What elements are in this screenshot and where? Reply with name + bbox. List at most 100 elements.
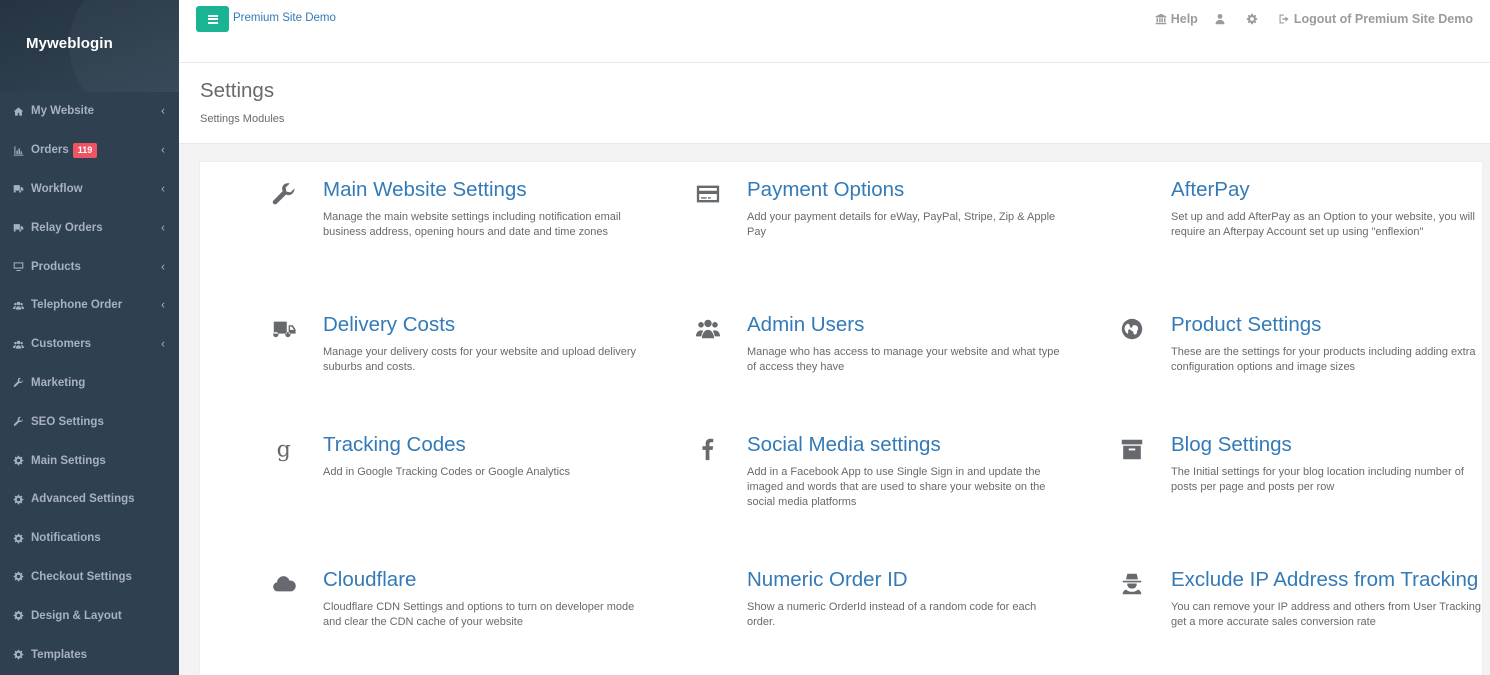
sidebar-item-design-layout[interactable]: Design & Layout: [0, 596, 179, 635]
bank-icon: [1155, 13, 1166, 25]
users-icon: [693, 314, 723, 344]
module-title[interactable]: Social Media settings: [747, 434, 1067, 456]
chevron-left-icon: ‹: [161, 103, 165, 118]
module-title[interactable]: Product Settings: [1171, 314, 1490, 336]
sidebar-item-checkout-settings[interactable]: Checkout Settings: [0, 558, 179, 597]
sidebar-item-my-website[interactable]: My Website ‹: [0, 92, 179, 131]
profile-link[interactable]: [1214, 13, 1230, 25]
module-description: Add your payment details for eWay, PayPa…: [747, 211, 1056, 238]
desktop-icon: [13, 261, 31, 272]
sidebar-item-relay-orders[interactable]: Relay Orders ‹: [0, 208, 179, 247]
svg-text:g: g: [277, 436, 291, 462]
gear-icon: [13, 610, 31, 621]
truck-icon: [13, 222, 31, 233]
module-description: Manage who has access to manage your web…: [747, 346, 1060, 373]
gear-icon: [13, 494, 31, 505]
gear-icon: [13, 455, 31, 466]
module-numeric-order-id[interactable]: Numeric Order ID Show a numeric OrderId …: [747, 569, 1067, 630]
sidebar-item-main-settings[interactable]: Main Settings: [0, 441, 179, 480]
menu-toggle-button[interactable]: [196, 6, 229, 32]
module-title[interactable]: Blog Settings: [1171, 434, 1490, 456]
page-title: Settings: [200, 79, 275, 102]
sidebar-item-label: Notifications: [31, 532, 101, 545]
home-icon: [13, 106, 31, 117]
sidebar-item-workflow[interactable]: Workflow ‹: [0, 170, 179, 209]
chevron-left-icon: ‹: [161, 181, 165, 196]
chevron-left-icon: ‹: [161, 297, 165, 312]
sidebar-item-orders[interactable]: Orders 119 ‹: [0, 131, 179, 170]
module-title[interactable]: Tracking Codes: [323, 434, 643, 456]
logout-link[interactable]: Logout of Premium Site Demo: [1278, 12, 1473, 26]
wrench-icon: [13, 377, 31, 388]
gear-icon: [1246, 13, 1258, 25]
brand-name[interactable]: Myweblogin: [26, 35, 113, 52]
facebook-icon: [693, 434, 723, 464]
module-tracking-codes[interactable]: g Tracking Codes Add in Google Tracking …: [277, 434, 643, 480]
google-icon: g: [269, 434, 299, 464]
module-description: These are the settings for your products…: [1171, 346, 1476, 373]
module-title[interactable]: Numeric Order ID: [747, 569, 1067, 591]
wrench-icon: [13, 416, 31, 427]
module-product-settings[interactable]: Product Settings These are the settings …: [1121, 314, 1490, 375]
hamburger-icon: [207, 13, 218, 25]
sidebar-item-label: Templates: [31, 648, 88, 661]
site-name-link[interactable]: Premium Site Demo: [233, 12, 336, 24]
settings-modules-panel: Main Website Settings Manage the main we…: [199, 161, 1483, 675]
sidebar-item-advanced-settings[interactable]: Advanced Settings: [0, 480, 179, 519]
sidebar-item-label: My Website: [31, 105, 95, 118]
module-social-media-settings[interactable]: Social Media settings Add in a Facebook …: [702, 434, 1067, 510]
sidebar-item-products[interactable]: Products ‹: [0, 247, 179, 286]
module-title[interactable]: Cloudflare: [323, 569, 643, 591]
module-title[interactable]: Main Website Settings: [323, 179, 643, 201]
module-description: Set up and add AfterPay as an Option to …: [1171, 211, 1475, 238]
page-heading: Settings Settings Modules: [179, 63, 1490, 144]
sidebar-item-seo-settings[interactable]: SEO Settings: [0, 402, 179, 441]
sidebar: Myweblogin My Website ‹ Orders 119 ‹ Wor…: [0, 0, 179, 675]
module-description: Cloudflare CDN Settings and options to t…: [323, 601, 635, 628]
page-subtitle: Settings Modules: [200, 113, 285, 125]
help-label: Help: [1170, 12, 1198, 26]
module-exclude-ip-address[interactable]: Exclude IP Address from Tracking You can…: [1122, 569, 1490, 630]
globe-icon: [1117, 314, 1147, 344]
sidebar-item-label: SEO Settings: [31, 415, 104, 428]
sign-out-icon: [1279, 14, 1289, 24]
users-icon: [13, 300, 31, 311]
sidebar-item-notifications[interactable]: Notifications: [0, 519, 179, 558]
sidebar-item-customers[interactable]: Customers ‹: [0, 325, 179, 364]
module-description: You can remove your IP address and other…: [1171, 601, 1481, 628]
module-afterpay[interactable]: AfterPay Set up and add AfterPay as an O…: [1171, 179, 1490, 240]
bar-chart-icon: [13, 145, 31, 156]
module-title[interactable]: Exclude IP Address from Tracking: [1171, 569, 1490, 591]
module-delivery-costs[interactable]: Delivery Costs Manage your delivery cost…: [273, 314, 643, 375]
sidebar-item-label: Telephone Order: [31, 299, 123, 312]
module-title[interactable]: Admin Users: [747, 314, 1067, 336]
sidebar-item-label: Relay Orders: [31, 221, 103, 234]
module-title[interactable]: Delivery Costs: [323, 314, 643, 336]
orders-count-badge: 119: [72, 142, 98, 158]
sidebar-item-telephone-order[interactable]: Telephone Order ‹: [0, 286, 179, 325]
sidebar-item-label: Checkout Settings: [31, 570, 132, 583]
sidebar-item-label: Design & Layout: [31, 609, 122, 622]
module-main-website-settings[interactable]: Main Website Settings Manage the main we…: [272, 179, 643, 240]
chevron-left-icon: ‹: [161, 336, 165, 351]
module-description: Manage the main website settings includi…: [323, 211, 621, 238]
settings-link[interactable]: [1246, 13, 1262, 25]
wrench-icon: [269, 179, 299, 209]
sidebar-item-templates[interactable]: Templates: [0, 635, 179, 674]
module-description: Add in Google Tracking Codes or Google A…: [323, 466, 571, 478]
module-cloudflare[interactable]: Cloudflare Cloudflare CDN Settings and o…: [273, 569, 643, 630]
user-secret-icon: [1117, 569, 1147, 599]
truck-icon: [13, 183, 31, 194]
sidebar-item-label: Main Settings: [31, 454, 106, 467]
module-title[interactable]: Payment Options: [747, 179, 1067, 201]
sidebar-item-marketing[interactable]: Marketing: [0, 364, 179, 403]
gear-icon: [13, 533, 31, 544]
help-link[interactable]: Help: [1155, 12, 1198, 26]
module-title[interactable]: AfterPay: [1171, 179, 1490, 201]
user-icon: [1215, 13, 1225, 25]
cloud-icon: [269, 569, 299, 599]
module-blog-settings[interactable]: Blog Settings The Initial settings for y…: [1121, 434, 1490, 495]
module-payment-options[interactable]: Payment Options Add your payment details…: [696, 179, 1067, 240]
module-admin-users[interactable]: Admin Users Manage who has access to man…: [695, 314, 1067, 375]
sidebar-item-label: Customers: [31, 338, 92, 351]
